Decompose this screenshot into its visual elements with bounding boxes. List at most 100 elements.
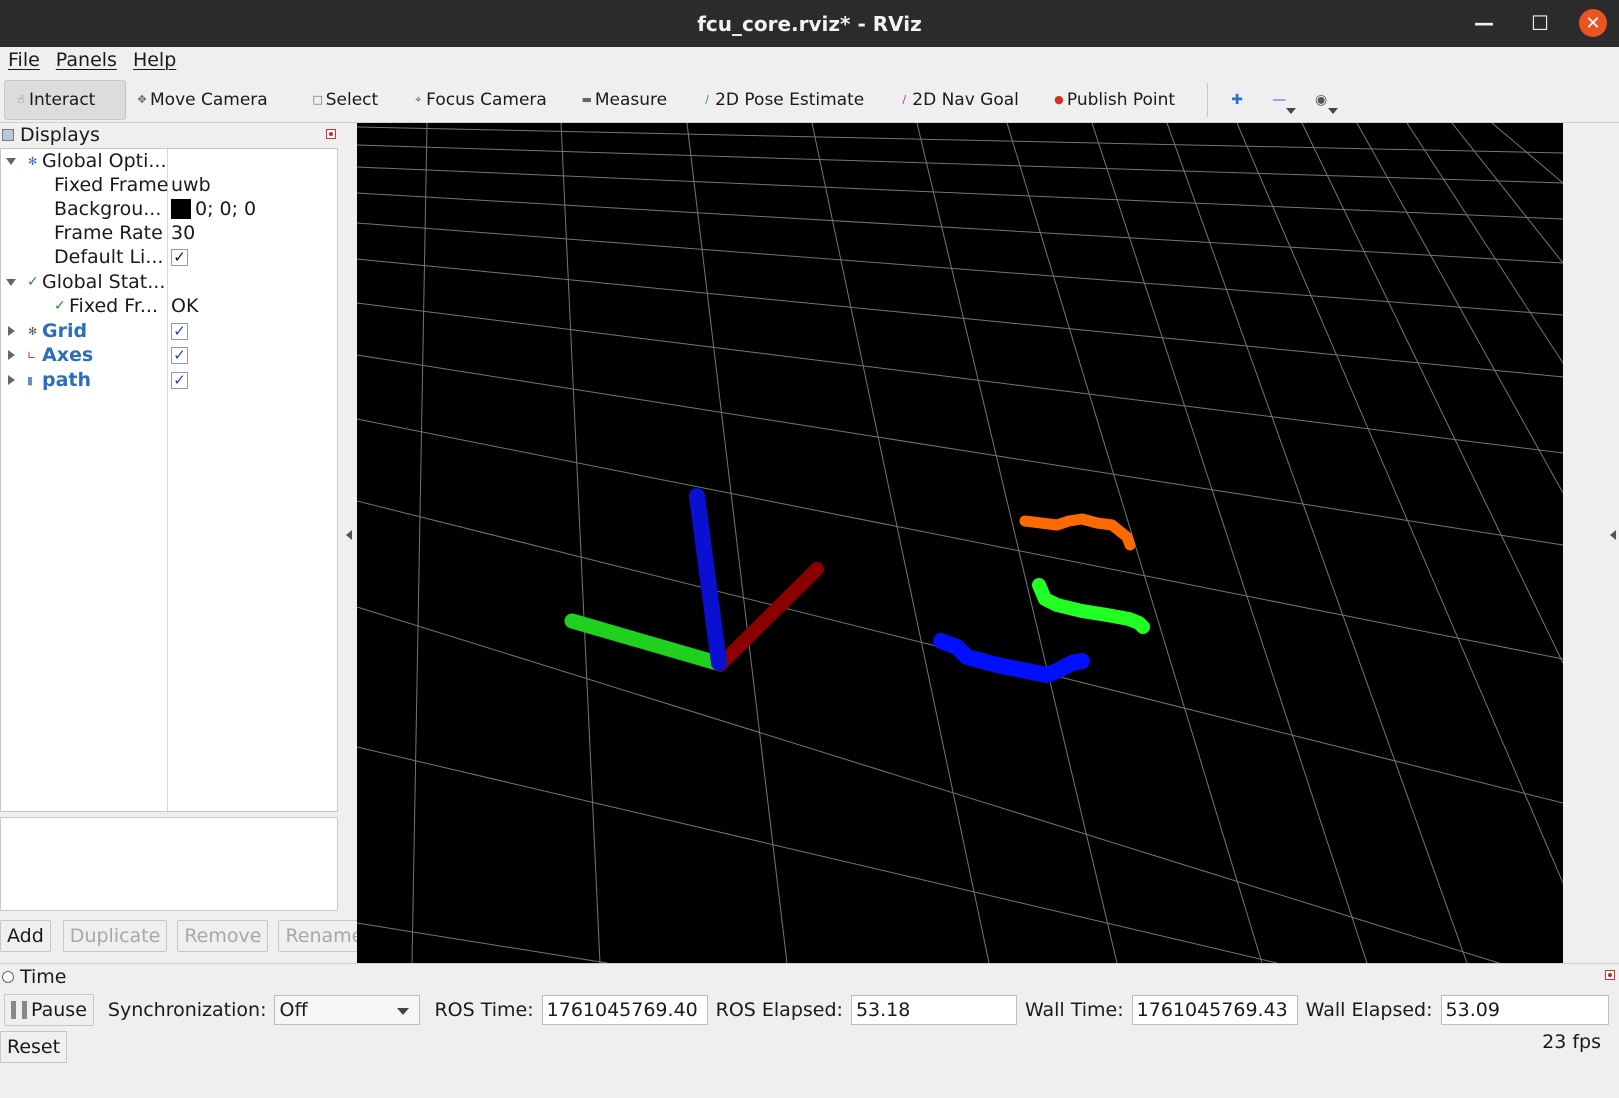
default-light-label: Default Li...: [54, 246, 164, 268]
tool-properties-button[interactable]: ◉: [1300, 80, 1342, 120]
measure-icon: ▬: [581, 92, 593, 106]
menu-help[interactable]: Help: [125, 47, 184, 75]
focus-camera-icon: ⌖: [415, 92, 422, 106]
plus-icon: ✚: [1231, 91, 1243, 108]
pose-estimate-tool-button[interactable]: ∕ 2D Pose Estimate: [691, 80, 874, 120]
wall-elapsed-label: Wall Elapsed:: [1305, 999, 1433, 1021]
expand-arrow-icon[interactable]: [8, 350, 15, 360]
pause-button[interactable]: Pause: [4, 994, 94, 1026]
path-checkbox[interactable]: ✓: [171, 371, 188, 389]
interact-tool-label: Interact: [29, 89, 96, 110]
minimize-icon[interactable]: —: [1467, 6, 1501, 40]
publish-point-icon: ●: [1054, 92, 1064, 106]
tool-toolbar: ☝ Interact ✥ Move Camera □ Select ⌖ Focu…: [0, 77, 1619, 123]
scene-canvas[interactable]: [357, 123, 1563, 963]
axes-icon: ∟: [27, 348, 37, 362]
tree-row-path[interactable]: ▮ path ✓: [1, 368, 337, 392]
menu-panels[interactable]: Panels: [48, 47, 125, 75]
frame-rate-value[interactable]: 30: [171, 222, 195, 244]
publish-point-tool-label: Publish Point: [1066, 89, 1176, 110]
ros-elapsed-field[interactable]: 53.18: [850, 995, 1017, 1025]
select-icon: □: [312, 92, 323, 106]
interact-tool-button[interactable]: ☝ Interact: [4, 79, 126, 120]
fixed-frame-value[interactable]: uwb: [171, 174, 211, 196]
focus-camera-tool-label: Focus Camera: [426, 89, 547, 110]
displays-tree[interactable]: ✻ Global Opti... Fixed Frame uwb Backgro…: [0, 148, 338, 812]
axes-checkbox[interactable]: ✓: [171, 346, 188, 364]
move-camera-tool-label: Move Camera: [150, 89, 268, 110]
ros-time-label: ROS Time:: [434, 999, 534, 1021]
nav-goal-tool-button[interactable]: ∕ 2D Nav Goal: [888, 80, 1029, 120]
nav-goal-icon: ∕: [902, 92, 907, 106]
grid: [357, 123, 1563, 963]
displays-panel-header: Displays: [0, 123, 340, 147]
window-controls: — ☐ ✕: [1467, 6, 1607, 40]
eye-icon: ◉: [1315, 91, 1328, 108]
wall-time-field[interactable]: 1761045769.43: [1131, 995, 1298, 1025]
default-light-value[interactable]: ✓: [171, 248, 188, 266]
grid-icon: ✻: [28, 324, 38, 338]
wall-elapsed-field[interactable]: 53.09: [1440, 995, 1609, 1025]
measure-tool-button[interactable]: ▬ Measure: [571, 80, 677, 120]
displays-icon: [2, 129, 14, 141]
default-light-checkbox[interactable]: ✓: [171, 248, 188, 266]
chevron-down-icon[interactable]: [1286, 107, 1297, 114]
grid-label: Grid: [42, 320, 88, 342]
fixed-frame-status-value: OK: [171, 295, 199, 317]
sync-select[interactable]: Off: [274, 995, 421, 1025]
expand-arrow-icon[interactable]: [6, 158, 16, 165]
ros-time-field[interactable]: 1761045769.40: [541, 995, 708, 1025]
chevron-down-icon: [397, 1008, 410, 1015]
ok-check-icon: ✓: [54, 298, 66, 314]
wall-time-label: Wall Time:: [1024, 999, 1124, 1021]
maximize-icon[interactable]: ☐: [1523, 6, 1557, 40]
blue-path: [933, 633, 1090, 683]
tree-row-fixed-frame[interactable]: Fixed Frame uwb: [1, 173, 337, 197]
add-tool-button[interactable]: ✚: [1216, 80, 1258, 120]
reset-button[interactable]: Reset: [0, 1031, 68, 1063]
add-button[interactable]: Add: [0, 920, 51, 952]
global-status-label: Global Stat...: [42, 271, 166, 293]
background-value[interactable]: 0; 0; 0: [171, 198, 256, 220]
nav-goal-tool-label: 2D Nav Goal: [912, 89, 1019, 110]
menu-bar: File Panels Help: [0, 47, 1619, 75]
tree-row-axes[interactable]: ∟ Axes ✓: [1, 343, 337, 367]
publish-point-tool-button[interactable]: ● Publish Point: [1043, 80, 1185, 120]
expand-arrow-icon[interactable]: [6, 279, 16, 286]
collapse-left-handle[interactable]: [346, 530, 352, 540]
close-icon[interactable]: [1605, 970, 1615, 980]
chevron-down-icon[interactable]: [1328, 107, 1339, 114]
grid-checkbox[interactable]: ✓: [171, 322, 188, 340]
menu-file[interactable]: File: [0, 47, 48, 75]
fixed-frame-label: Fixed Frame: [54, 174, 169, 196]
tree-row-global-status[interactable]: ✓ Global Stat...: [1, 270, 337, 294]
remove-tool-button[interactable]: —: [1258, 80, 1300, 120]
axes-label: Axes: [42, 344, 94, 366]
move-camera-tool-button[interactable]: ✥ Move Camera: [126, 80, 278, 120]
tree-row-grid[interactable]: ✻ Grid ✓: [1, 319, 337, 343]
tree-row-frame-rate[interactable]: Frame Rate 30: [1, 221, 337, 245]
measure-tool-label: Measure: [594, 89, 668, 110]
cursor-icon: ☝: [17, 92, 25, 106]
window-titlebar: fcu_core.rviz* - RViz — ☐ ✕: [0, 0, 1619, 47]
sync-value: Off: [279, 999, 308, 1021]
select-tool-button[interactable]: □ Select: [302, 80, 388, 120]
tree-row-default-light[interactable]: Default Li... ✓: [1, 245, 337, 269]
close-icon[interactable]: [326, 129, 336, 139]
tree-row-fixed-frame-status[interactable]: ✓ Fixed Fr... OK: [1, 294, 337, 318]
expand-arrow-icon[interactable]: [8, 375, 15, 385]
expand-arrow-icon[interactable]: [8, 326, 15, 336]
tree-row-global-options[interactable]: ✻ Global Opti...: [1, 149, 337, 173]
tree-row-background[interactable]: Backgrou... 0; 0; 0: [1, 197, 337, 221]
window-title: fcu_core.rviz* - RViz: [697, 11, 922, 36]
time-panel-header: Time: [0, 963, 1619, 989]
close-icon[interactable]: ✕: [1579, 9, 1607, 37]
remove-button[interactable]: Remove: [177, 920, 269, 952]
color-swatch[interactable]: [171, 199, 191, 219]
render-viewport[interactable]: [357, 123, 1563, 963]
collapse-right-handle[interactable]: [1610, 530, 1616, 540]
duplicate-button[interactable]: Duplicate: [62, 920, 168, 952]
frame-rate-label: Frame Rate: [54, 222, 163, 244]
gear-icon: ✻: [28, 154, 38, 168]
focus-camera-tool-button[interactable]: ⌖ Focus Camera: [402, 80, 557, 120]
